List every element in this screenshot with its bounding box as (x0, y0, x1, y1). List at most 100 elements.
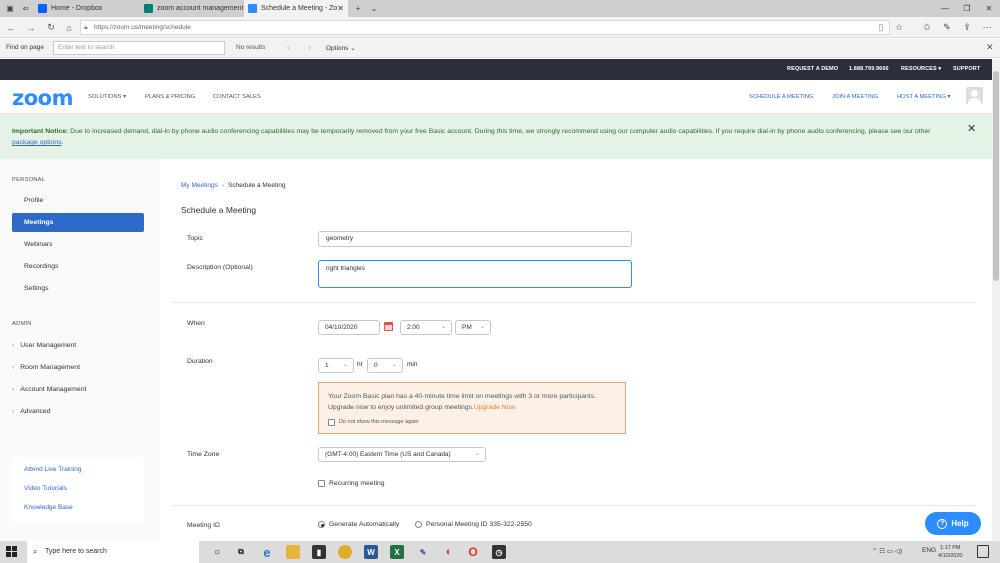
zoom-logo[interactable]: zoom (12, 86, 73, 110)
cortana-icon[interactable]: ○ (210, 545, 224, 559)
tab-dropbox[interactable]: Home - Dropbox (34, 0, 138, 17)
avatar[interactable] (966, 87, 983, 104)
calendar-icon[interactable] (384, 322, 393, 331)
back-icon[interactable]: ← (2, 17, 20, 38)
pen-icon[interactable]: ✎ (938, 17, 956, 38)
radio-unselected[interactable] (415, 521, 422, 528)
upgrade-now-link[interactable]: Upgrade Now (474, 404, 516, 411)
windows-start-icon[interactable] (6, 546, 18, 558)
opera-gx-icon[interactable]: ◐ (442, 545, 456, 559)
ampm-select[interactable]: PM ⌄ (455, 320, 491, 335)
taskbar-clock[interactable]: 1:17 PM 4/10/2020 (938, 544, 962, 560)
edge-icon[interactable]: e (260, 545, 274, 560)
sidebar-item-recordings[interactable]: Recordings (12, 257, 144, 276)
language-indicator[interactable]: ENG (922, 547, 936, 554)
favorite-star-icon[interactable]: ☆ (890, 17, 908, 38)
new-tab-icon[interactable]: + (350, 0, 366, 17)
generate-automatically-radio[interactable]: Generate Automatically (318, 521, 399, 528)
request-demo-link[interactable]: REQUEST A DEMO (787, 66, 838, 72)
page-scrollbar[interactable] (992, 59, 1000, 541)
duration-minutes-select[interactable]: 0 ⌄ (367, 358, 403, 373)
sidebar-item-advanced[interactable]: › Advanced (12, 408, 51, 415)
phone-number[interactable]: 1.888.799.9666 (849, 66, 889, 72)
refresh-icon[interactable]: ↻ (42, 17, 60, 38)
minutes-value: 0 (374, 362, 378, 369)
tab-zoom-account[interactable]: zoom account management (140, 0, 244, 17)
contact-sales-link[interactable]: CONTACT SALES (213, 94, 261, 100)
sidebar-item-account-management[interactable]: › Account Management (12, 386, 86, 393)
sidebar-item-user-management[interactable]: › User Management (12, 342, 76, 349)
notification-icon[interactable] (977, 545, 989, 558)
recurring-checkbox[interactable]: Recurring meeting (318, 480, 385, 487)
time-select[interactable]: 2:00 ⌄ (400, 320, 452, 335)
tab-actions-icon[interactable]: ▣ (2, 0, 18, 17)
date-input[interactable]: 04/10/2020 (318, 320, 380, 335)
more-icon[interactable]: ⋯ (978, 17, 996, 38)
restore-icon[interactable]: ❐ (956, 0, 978, 17)
chrome-icon[interactable] (338, 545, 352, 559)
taskbar-search[interactable]: ⌕ Type here to search (27, 541, 199, 563)
help-label: Help (951, 519, 969, 528)
package-options-link[interactable]: package options (12, 139, 62, 146)
find-close-icon[interactable]: ✕ (986, 42, 994, 53)
store-icon[interactable]: ▮ (312, 545, 326, 559)
find-input[interactable]: Enter text to search (53, 41, 225, 55)
opera-icon[interactable]: O (466, 545, 480, 559)
hours-value: 1 (325, 362, 329, 369)
support-link[interactable]: SUPPORT (953, 66, 980, 72)
chevron-down-icon[interactable]: ⌄ (366, 0, 382, 17)
home-icon[interactable]: ⌂ (60, 17, 78, 38)
description-input[interactable]: right triangles (318, 260, 632, 288)
chevron-right-icon: › (12, 386, 15, 393)
hr-label: hr (357, 361, 363, 368)
sidebar-item-profile[interactable]: Profile (12, 191, 144, 210)
zoom-app-icon[interactable]: ◷ (492, 545, 506, 559)
sidebar-item-settings[interactable]: Settings (12, 279, 144, 298)
find-options[interactable]: Options ⌄ (326, 44, 356, 52)
checkbox[interactable] (318, 480, 325, 487)
tray-icons[interactable]: ⌃ ☷ ▭ ◁) (872, 547, 902, 555)
excel-icon[interactable]: X (390, 545, 404, 559)
tab-schedule-meeting[interactable]: Schedule a Meeting - Zo ✕ (244, 0, 348, 17)
dont-show-checkbox[interactable]: Do not show this message again (328, 417, 419, 428)
window-close-icon[interactable]: ✕ (978, 0, 1000, 17)
host-meeting-menu[interactable]: HOST A MEETING ▾ (897, 94, 950, 100)
sidebar-item-room-management[interactable]: › Room Management (12, 364, 80, 371)
clock-time: 1:17 PM (939, 545, 961, 551)
breadcrumb-my-meetings[interactable]: My Meetings (181, 182, 218, 189)
minimize-icon[interactable]: — (934, 0, 956, 17)
find-previous-icon[interactable]: ‹ (287, 42, 290, 52)
video-tutorials-link[interactable]: Video Tutorials (24, 485, 67, 492)
topic-input[interactable]: geometry (318, 231, 632, 247)
back-tabs-icon[interactable]: ⇐ (18, 0, 34, 17)
file-explorer-icon[interactable] (286, 545, 300, 559)
join-meeting-link[interactable]: JOIN A MEETING (832, 94, 878, 100)
notice-close-icon[interactable]: ✕ (967, 124, 976, 135)
forward-icon[interactable]: → (22, 17, 40, 38)
url-field[interactable]: 🔒︎ https://zoom.us/meeting/schedule (80, 20, 890, 35)
favorites-icon[interactable]: ✩ (918, 17, 936, 38)
checkbox[interactable] (328, 419, 335, 426)
personal-meeting-id-radio[interactable]: Personal Meeting ID 335-322-2550 (415, 521, 532, 528)
help-button[interactable]: ? Help (925, 512, 981, 535)
word-icon[interactable]: W (364, 545, 378, 559)
tab-title: zoom account management (157, 5, 244, 12)
reading-view-icon[interactable]: ▯ (872, 17, 890, 38)
scrollbar-thumb[interactable] (993, 71, 999, 281)
schedule-meeting-link[interactable]: SCHEDULE A MEETING (749, 94, 813, 100)
solutions-menu[interactable]: SOLUTIONS ▾ (88, 94, 126, 100)
sidebar-item-webinars[interactable]: Webinars (12, 235, 144, 254)
find-next-icon[interactable]: › (308, 42, 311, 52)
share-icon[interactable]: ⇪ (958, 17, 976, 38)
task-view-icon[interactable]: ⧉ (234, 545, 248, 559)
sidebar-item-meetings[interactable]: Meetings (12, 213, 144, 232)
attend-live-training-link[interactable]: Attend Live Training (24, 466, 81, 473)
paint-icon[interactable]: ✎ (416, 545, 430, 559)
duration-hours-select[interactable]: 1 ⌄ (318, 358, 354, 373)
resources-menu[interactable]: RESOURCES ▾ (901, 66, 941, 72)
close-icon[interactable]: ✕ (337, 4, 344, 13)
plans-pricing-link[interactable]: PLANS & PRICING (145, 94, 195, 100)
radio-selected[interactable] (318, 521, 325, 528)
knowledge-base-link[interactable]: Knowledge Base (24, 504, 73, 511)
timezone-select[interactable]: (GMT-4:00) Eastern Time (US and Canada) ⌄ (318, 447, 486, 462)
